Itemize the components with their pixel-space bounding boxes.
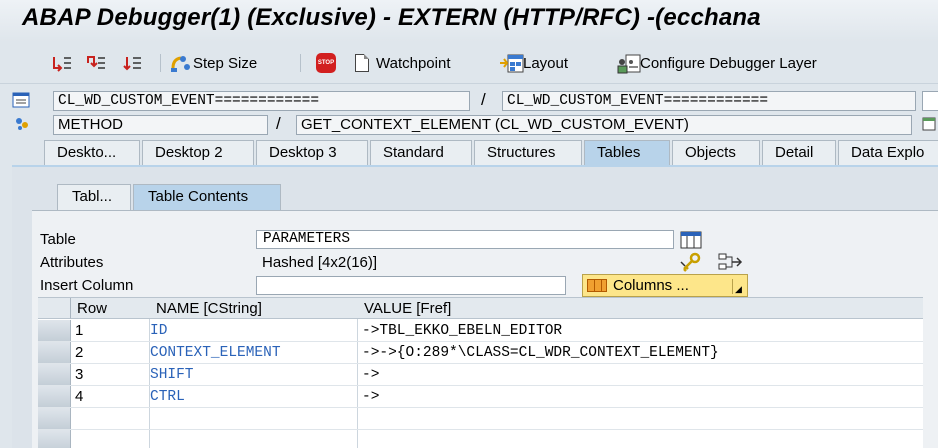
- attributes-value: Hashed [4x2(16)]: [262, 254, 378, 271]
- configure-icon: [617, 54, 641, 74]
- table-row-empty[interactable]: [38, 430, 923, 448]
- name-cell[interactable]: CONTEXT_ELEMENT: [150, 342, 281, 364]
- tab-desktop-3[interactable]: Desktop 3: [256, 140, 368, 165]
- watchpoint-button[interactable]: Watchpoint: [353, 52, 450, 74]
- column-header-value[interactable]: VALUE [Fref]: [358, 298, 923, 319]
- stop-button[interactable]: STOP: [316, 52, 336, 74]
- program-icon: [12, 92, 30, 108]
- configure-label: Configure Debugger Layer: [640, 54, 817, 72]
- tab-data-explorer[interactable]: Data Explo: [838, 140, 938, 165]
- tab-table-contents[interactable]: Table Contents: [133, 184, 281, 210]
- tab-standard[interactable]: Standard: [370, 140, 472, 165]
- key-icon[interactable]: [680, 252, 702, 272]
- event-row: METHOD / GET_CONTEXT_ELEMENT (CL_WD_CUST…: [0, 113, 938, 137]
- table-row[interactable]: 3 SHIFT ->: [38, 364, 923, 386]
- tab-desktop-2[interactable]: Desktop 2: [142, 140, 254, 165]
- tab-desktop-1[interactable]: Deskto...: [44, 140, 140, 165]
- step-over-icon: [86, 54, 106, 72]
- toolbar: Step Size STOP Watchpoint Layout Configu…: [0, 42, 938, 84]
- configure-debugger-layer-button[interactable]: Configure Debugger Layer: [617, 52, 817, 74]
- value-cell[interactable]: ->->{O:289*\CLASS=CL_WDR_CONTEXT_ELEMENT…: [362, 342, 719, 364]
- insert-column-input[interactable]: [256, 276, 566, 295]
- tab-objects[interactable]: Objects: [672, 140, 760, 165]
- step-size-label: Step Size: [193, 54, 258, 72]
- window-title: ABAP Debugger(1) (Exclusive) - EXTERN (H…: [22, 4, 761, 31]
- row-selector[interactable]: [38, 408, 71, 429]
- watchpoint-label: Watchpoint: [376, 54, 451, 72]
- table-contents-grid: Row NAME [CString] VALUE [Fref] 1 ID ->T…: [38, 297, 923, 448]
- program-field[interactable]: CL_WD_CUSTOM_EVENT============: [53, 91, 470, 111]
- navigate-icon[interactable]: [922, 116, 938, 132]
- row-selector[interactable]: [38, 364, 71, 385]
- attributes-label: Attributes: [40, 254, 104, 271]
- layout-label: Layout: [523, 54, 569, 72]
- tab-tables[interactable]: Tables: [584, 140, 670, 165]
- table-row[interactable]: 1 ID ->TBL_EKKO_EBELN_EDITOR: [38, 320, 923, 342]
- row-selector[interactable]: [38, 342, 71, 363]
- program-row: CL_WD_CUSTOM_EVENT============ / CL_WD_C…: [0, 89, 938, 113]
- value-cell[interactable]: ->: [362, 364, 379, 386]
- document-icon: [353, 54, 373, 72]
- toolbar-separator: [160, 54, 161, 72]
- step-return-icon: [122, 54, 142, 72]
- row-selector[interactable]: [38, 320, 71, 341]
- row-number: 1: [75, 322, 84, 339]
- row-number: 2: [75, 344, 84, 361]
- hierarchy-icon[interactable]: [718, 252, 744, 272]
- columns-label: Columns ...: [613, 277, 689, 294]
- return-button[interactable]: [122, 52, 145, 74]
- columns-button[interactable]: Columns ... ◢: [582, 274, 748, 297]
- layout-button[interactable]: Layout: [500, 52, 568, 74]
- toolbar-separator: [300, 54, 301, 72]
- table-row[interactable]: 4 CTRL ->: [38, 386, 923, 408]
- name-cell[interactable]: CTRL: [150, 386, 185, 408]
- table-row-empty[interactable]: [38, 408, 923, 430]
- method-icon: [14, 116, 32, 132]
- row-selector[interactable]: [38, 386, 71, 407]
- name-cell[interactable]: ID: [150, 320, 167, 342]
- separator-slash: /: [276, 114, 281, 133]
- table-view-icon[interactable]: [680, 231, 702, 249]
- event-field[interactable]: GET_CONTEXT_ELEMENT (CL_WD_CUSTOM_EVENT): [296, 115, 912, 135]
- insert-column-label: Insert Column: [40, 277, 134, 294]
- row-number: 3: [75, 366, 84, 383]
- include-field[interactable]: CL_WD_CUSTOM_EVENT============: [502, 91, 916, 111]
- dropdown-arrow-icon[interactable]: ◢: [732, 279, 744, 294]
- step-size-button[interactable]: Step Size: [170, 52, 257, 74]
- value-cell[interactable]: ->: [362, 386, 379, 408]
- name-cell[interactable]: SHIFT: [150, 364, 194, 386]
- column-header-name[interactable]: NAME [CString]: [150, 298, 358, 319]
- row-number: 4: [75, 388, 84, 405]
- table-row[interactable]: 2 CONTEXT_ELEMENT ->->{O:289*\CLASS=CL_W…: [38, 342, 923, 364]
- grid-corner-cell[interactable]: [38, 298, 71, 319]
- value-cell[interactable]: ->TBL_EKKO_EBELN_EDITOR: [362, 320, 562, 342]
- step-into-button[interactable]: [52, 52, 75, 74]
- tab-structures[interactable]: Structures: [474, 140, 582, 165]
- layout-icon: [500, 54, 524, 73]
- step-over-button[interactable]: [86, 52, 109, 74]
- tab-table-tool[interactable]: Tabl...: [57, 184, 131, 210]
- columns-icon: [587, 279, 607, 292]
- stop-icon: STOP: [316, 53, 336, 73]
- step-into-icon: [52, 54, 72, 72]
- row-selector[interactable]: [38, 430, 71, 448]
- step-size-icon: [170, 54, 190, 72]
- table-name-input[interactable]: PARAMETERS: [256, 230, 674, 249]
- separator-slash: /: [481, 90, 486, 109]
- column-header-row[interactable]: Row: [71, 298, 150, 319]
- scroll-edge: [922, 91, 938, 111]
- title-bar: ABAP Debugger(1) (Exclusive) - EXTERN (H…: [0, 0, 938, 42]
- event-type-field[interactable]: METHOD: [53, 115, 268, 135]
- table-label: Table: [40, 231, 76, 248]
- tab-detail[interactable]: Detail: [762, 140, 836, 165]
- desktop-tab-strip: Deskto... Desktop 2 Desktop 3 Standard S…: [0, 139, 938, 165]
